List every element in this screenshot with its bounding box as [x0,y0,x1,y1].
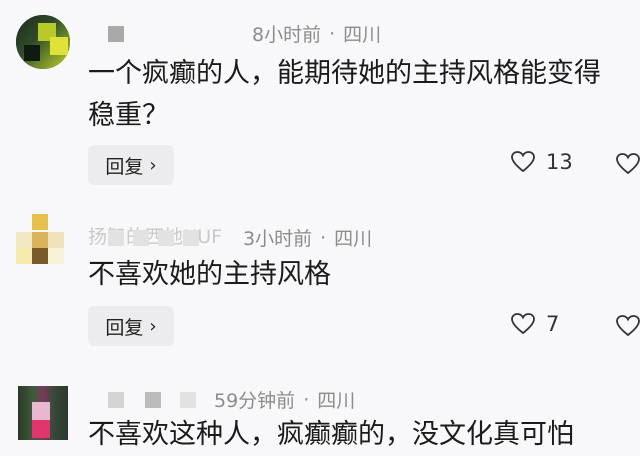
redaction-block [133,229,149,246]
heart-outline-icon[interactable] [615,152,640,180]
comment-text: 不喜欢她的主持风格 [88,254,331,296]
avatar[interactable] [14,384,68,440]
comment-text-line: 不喜欢她的主持风格 [88,259,331,290]
meta-separator: · [303,388,310,411]
chevron-right-icon: › [149,315,157,337]
comment-time: 3小时前 [243,228,313,250]
redaction-block [108,391,124,408]
reply-label: 回复 [105,155,144,178]
comment-text: 不喜欢这种人，疯癫癫的，没文化真可怕 [88,414,574,456]
like-button[interactable]: 13 [510,150,573,174]
comment-time: 59分钟前 [214,390,296,412]
heart-outline-icon [511,151,535,173]
meta-separator: · [320,226,327,249]
avatar[interactable] [16,15,70,69]
redaction-block [108,25,124,42]
chevron-right-icon: › [149,154,157,176]
avatar[interactable] [12,212,66,266]
redaction-block [158,229,174,246]
comment-item: 扬智的西地NUF 3小时前 · 四川 不喜欢她的主持风格 回复 › 7 [0,200,640,370]
comment-meta: 59分钟前 · 四川 [108,386,355,413]
comment-item: 8小时前 · 四川 一个疯癫的人，能期待她的主持风格能变得 稳重？ 回复 › 1… [0,0,640,200]
heart-outline-icon [511,313,535,335]
reply-label: 回复 [105,316,144,339]
like-count: 7 [546,312,560,336]
like-button[interactable]: 7 [510,312,559,336]
heart-outline-icon[interactable] [615,314,640,342]
comment-time: 8小时前 [252,24,322,46]
comment-item: 59分钟前 · 四川 不喜欢这种人，疯癫癫的，没文化真可怕 [0,370,640,450]
redaction-block [180,391,196,408]
redaction-block [183,229,199,246]
comment-location: 四川 [317,390,356,412]
comment-text-line: 稳重？ [88,100,169,131]
comment-meta: 8小时前 · 四川 [108,20,381,47]
comment-meta: 3小时前 · 四川 [108,224,372,251]
comment-location: 四川 [334,228,373,250]
comment-text-line: 不喜欢这种人，疯癫癫的，没文化真可怕 [88,419,574,450]
like-count: 13 [546,150,573,174]
redaction-block [145,391,161,408]
username-redacted[interactable] [108,391,196,408]
meta-separator: · [329,22,336,45]
comment-location: 四川 [343,24,382,46]
reply-button[interactable]: 回复 › [88,306,174,346]
reply-button[interactable]: 回复 › [88,145,174,185]
comment-text: 一个疯癫的人，能期待她的主持风格能变得 稳重？ [88,53,601,137]
comment-text-line: 一个疯癫的人，能期待她的主持风格能变得 [88,58,601,89]
username-redacted[interactable] [108,25,124,42]
username-redacted [108,229,199,246]
redaction-block [108,229,124,246]
